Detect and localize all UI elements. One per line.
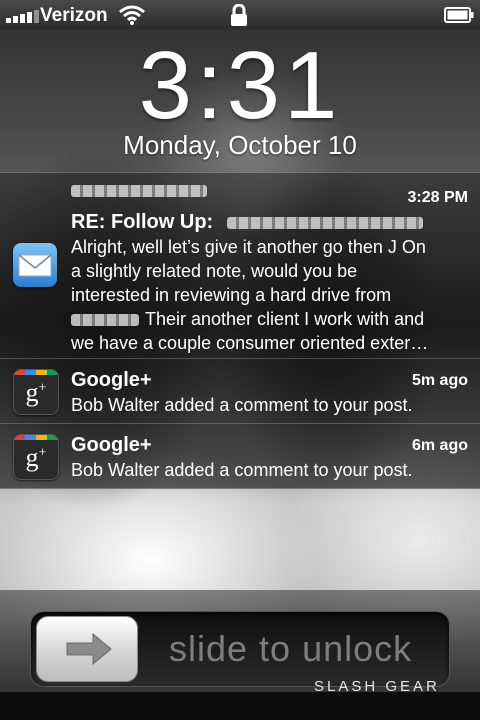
notification-message: Bob Walter added a comment to your post. <box>71 395 413 415</box>
bottom-strip <box>0 692 480 720</box>
google-plus-icon: g+ <box>13 434 59 480</box>
notification-app-name: Google+ <box>71 434 152 456</box>
google-plus-icon: g+ <box>13 369 59 415</box>
lock-screen-header: 3:31 Monday, October 10 <box>0 30 480 173</box>
mail-preview-line: interested in reviewing a hard drive fro… <box>71 285 392 305</box>
mail-preview: Alright, well let’s give it another go t… <box>71 235 466 355</box>
notification-time: 5m ago <box>411 372 468 389</box>
wifi-icon <box>119 5 145 25</box>
carrier-name: Verizon <box>40 5 108 26</box>
mail-preview-line: Their another client I work with and <box>71 307 466 331</box>
slide-to-unlock-knob[interactable] <box>36 616 138 682</box>
notification-google-plus[interactable]: g+ Google+ 6m ago Bob Walter added a com… <box>0 424 480 489</box>
redacted-subject <box>226 216 423 229</box>
notification-time: 3:28 PM <box>407 189 468 206</box>
mail-preview-line: Alright, well let’s give it another go t… <box>71 237 426 257</box>
mail-subject: RE: Follow Up: <box>71 211 423 234</box>
notification-time: 6m ago <box>411 437 468 454</box>
redacted-sender <box>71 185 207 197</box>
battery-icon <box>444 7 474 23</box>
mail-preview-line: a slightly related note, would you be <box>71 261 358 281</box>
status-bar: Verizon <box>0 0 480 30</box>
watermark: SLASH GEAR <box>314 678 440 695</box>
mail-subject-text: RE: Follow Up: <box>71 211 214 233</box>
lock-icon <box>231 4 247 26</box>
notification-list: 3:28 PM RE: Follow Up: Alright, well let… <box>0 173 480 489</box>
mail-preview-line-text: Their another client I work with and <box>145 309 425 329</box>
slide-to-unlock-track[interactable]: slide to unlock <box>30 611 450 687</box>
clock-date: Monday, October 10 <box>123 130 357 160</box>
notification-message: Bob Walter added a comment to your post. <box>71 460 413 480</box>
clock-time: 3:31 <box>138 32 342 139</box>
mail-preview-line: we have a couple consumer oriented exter… <box>71 333 429 353</box>
notification-mail[interactable]: 3:28 PM RE: Follow Up: Alright, well let… <box>0 173 480 359</box>
notification-google-plus[interactable]: g+ Google+ 5m ago Bob Walter added a com… <box>0 359 480 424</box>
right-arrow-icon <box>66 632 112 666</box>
mail-icon <box>13 243 57 287</box>
notification-app-name: Google+ <box>71 369 152 391</box>
signal-icon <box>6 9 42 23</box>
redacted-company <box>71 314 139 327</box>
slide-to-unlock-label: slide to unlock <box>169 628 413 669</box>
